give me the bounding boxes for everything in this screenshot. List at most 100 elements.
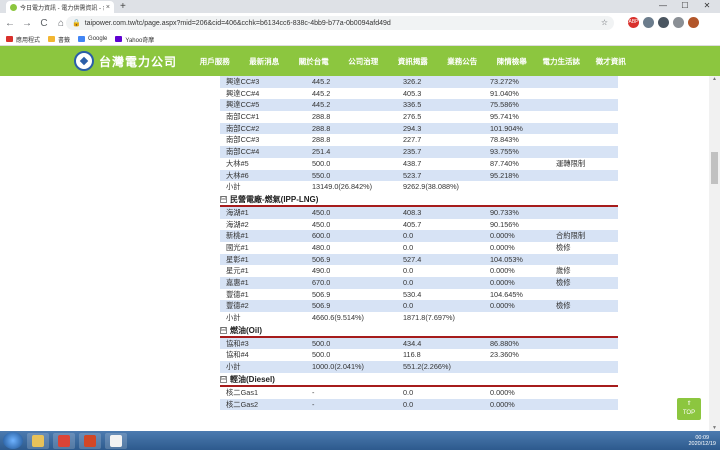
generation-cell: 438.7 [403,158,422,168]
capacity-cell: 490.0 [312,266,331,276]
taskbar-clock[interactable]: 00:09 2020/12/19 [688,435,716,447]
table-row: 協和#3 500.0 434.4 86.880% [220,337,618,350]
unit-name: 豐德#1 [226,289,249,299]
capacity-cell: 251.4 [312,147,331,157]
section-header[interactable]: ⊟ 民營電廠-燃氣(IPP-LNG) [220,193,618,207]
capacity-cell: 500.0 [312,158,331,168]
unit-name: 海湖#1 [226,207,249,217]
collapse-icon[interactable]: ⊟ [220,327,227,335]
bookmark-star-icon[interactable]: ☆ [601,18,608,27]
forward-icon[interactable]: → [20,18,34,29]
maximize-button[interactable]: ☐ [674,0,696,12]
nav-menu-item[interactable]: 最新消息 [240,56,290,67]
bookmark-item[interactable]: Google [78,36,107,42]
folder-icon [32,434,44,447]
taipower-logo-icon [74,51,94,71]
scrollbar-thumb[interactable] [711,152,718,184]
generation-cell: 408.3 [403,207,422,217]
extension-icon[interactable] [643,17,654,28]
nav-menu-item[interactable]: 電力生活誌 [537,56,587,67]
extension-icon[interactable] [658,17,669,28]
collapse-icon[interactable]: ⊟ [220,196,227,204]
ratio-cell: 86.880% [490,338,519,348]
generation-cell: 0.0 [403,278,414,287]
new-tab-button[interactable]: + [120,1,126,12]
bookmark-item[interactable]: Yahoo奇摩 [115,35,154,44]
nav-menu-item[interactable]: 資訊揭露 [388,56,438,67]
nav-menu-item[interactable]: 用戶服務 [190,56,240,67]
capacity-cell: 506.9 [312,254,331,264]
minimize-button[interactable]: — [652,0,674,12]
extension-icon[interactable] [673,17,684,28]
url-text[interactable]: taipower.com.tw/tc/page.aspx?mid=206&cid… [85,20,391,27]
collapse-icon[interactable]: ⊟ [220,376,227,384]
taskbar-item[interactable] [79,432,101,449]
unit-name: 南部CC#2 [226,123,260,133]
ratio-cell: 73.272% [490,77,519,86]
nav-menu-item[interactable]: 陳情檢舉 [487,56,537,67]
tab-title: 今日電力資訊 - 電力供需資訊 - 台 [20,5,104,12]
note-cell: 檢修 [556,301,571,311]
capacity-cell: 500.0 [312,338,331,348]
start-button-icon[interactable] [3,432,23,449]
capacity-cell: 450.0 [312,207,331,217]
unit-name: 嘉惠#1 [226,278,249,287]
window-controls: — ☐ ✕ [652,0,718,12]
bookmark-label: Google [88,36,108,42]
unit-name: 興達CC#5 [226,100,260,110]
section-header[interactable]: ⊟ 輕油(Diesel) [220,373,618,387]
bookmark-label: 書籤 [58,37,71,44]
capacity-cell: 13149.0(26.842%) [312,182,373,192]
site-header: 台灣電力公司 用戶服務 最新消息 關於台電 公司治理 資訊揭露 業務公告 陳情檢舉 電力生活誌… [0,46,720,76]
extension-icon[interactable]: ABP [628,17,639,28]
nav-menu-item[interactable]: 公司治理 [339,56,389,67]
bookmark-item[interactable]: 書籤 [48,35,70,44]
back-to-top-button[interactable]: ⇑ TOP [677,398,701,420]
unit-name: 新桃#1 [226,231,249,241]
unit-name: 小計 [226,313,241,323]
generation-cell: 0.0 [403,242,414,252]
table-row: 大林#6 550.0 523.7 95.218% [220,169,618,182]
taskbar-item[interactable] [53,432,75,449]
taipower-logo[interactable]: 台灣電力公司 [74,51,177,71]
back-icon[interactable]: ← [3,18,17,29]
reload-icon[interactable]: C [37,18,51,29]
capacity-cell: - [312,387,315,397]
table-row: 大林#5 500.0 438.7 87.740% 運轉限制 [220,158,618,170]
ratio-cell: 0.000% [490,231,515,241]
unit-name: 豐德#2 [226,301,249,311]
ratio-cell: 75.586% [490,100,519,110]
generation-cell: 0.0 [403,231,414,241]
capacity-cell: 288.8 [312,123,331,133]
lock-icon[interactable]: 🔒 [72,19,81,27]
browser-tab[interactable]: 今日電力資訊 - 電力供需資訊 - 台 × [6,1,114,13]
extension-icon[interactable] [688,17,699,28]
ratio-cell: 0.000% [490,387,515,397]
page-scrollbar[interactable]: ▲ ▼ [709,76,720,431]
unit-name: 南部CC#1 [226,112,260,122]
generation-cell: 235.7 [403,147,422,157]
nav-menu-item[interactable]: 關於台電 [289,56,339,67]
windows-taskbar: 00:09 2020/12/19 [0,431,720,450]
unit-name: 南部CC#4 [226,147,260,157]
bookmark-label: 應用程式 [16,37,41,44]
generation-cell: 336.5 [403,100,422,110]
generation-cell: 1871.8(7.697%) [403,313,455,323]
nav-menu-item[interactable]: 徵才資訊 [586,56,636,67]
nav-menu-item[interactable]: 業務公告 [438,56,488,67]
close-window-button[interactable]: ✕ [696,0,718,12]
address-bar[interactable]: 🔒 taipower.com.tw/tc/page.aspx?mid=206&c… [66,16,614,30]
unit-name: 小計 [226,182,241,192]
ratio-cell: 95.218% [490,170,519,180]
capacity-cell: 500.0 [312,350,331,360]
taskbar-item[interactable] [27,432,49,449]
section-header[interactable]: ⊟ 燃油(Oil) [220,324,618,338]
unit-name: 興達CC#3 [226,77,260,86]
scroll-up-icon[interactable]: ▲ [709,76,720,82]
taskbar-item[interactable] [105,432,127,449]
bookmark-icon [48,36,56,42]
tab-close-icon[interactable]: × [106,4,110,11]
chrome-icon [58,434,70,447]
bookmark-item[interactable]: 應用程式 [6,35,40,44]
table-row: 興達CC#5 445.2 336.5 75.586% [220,99,618,112]
